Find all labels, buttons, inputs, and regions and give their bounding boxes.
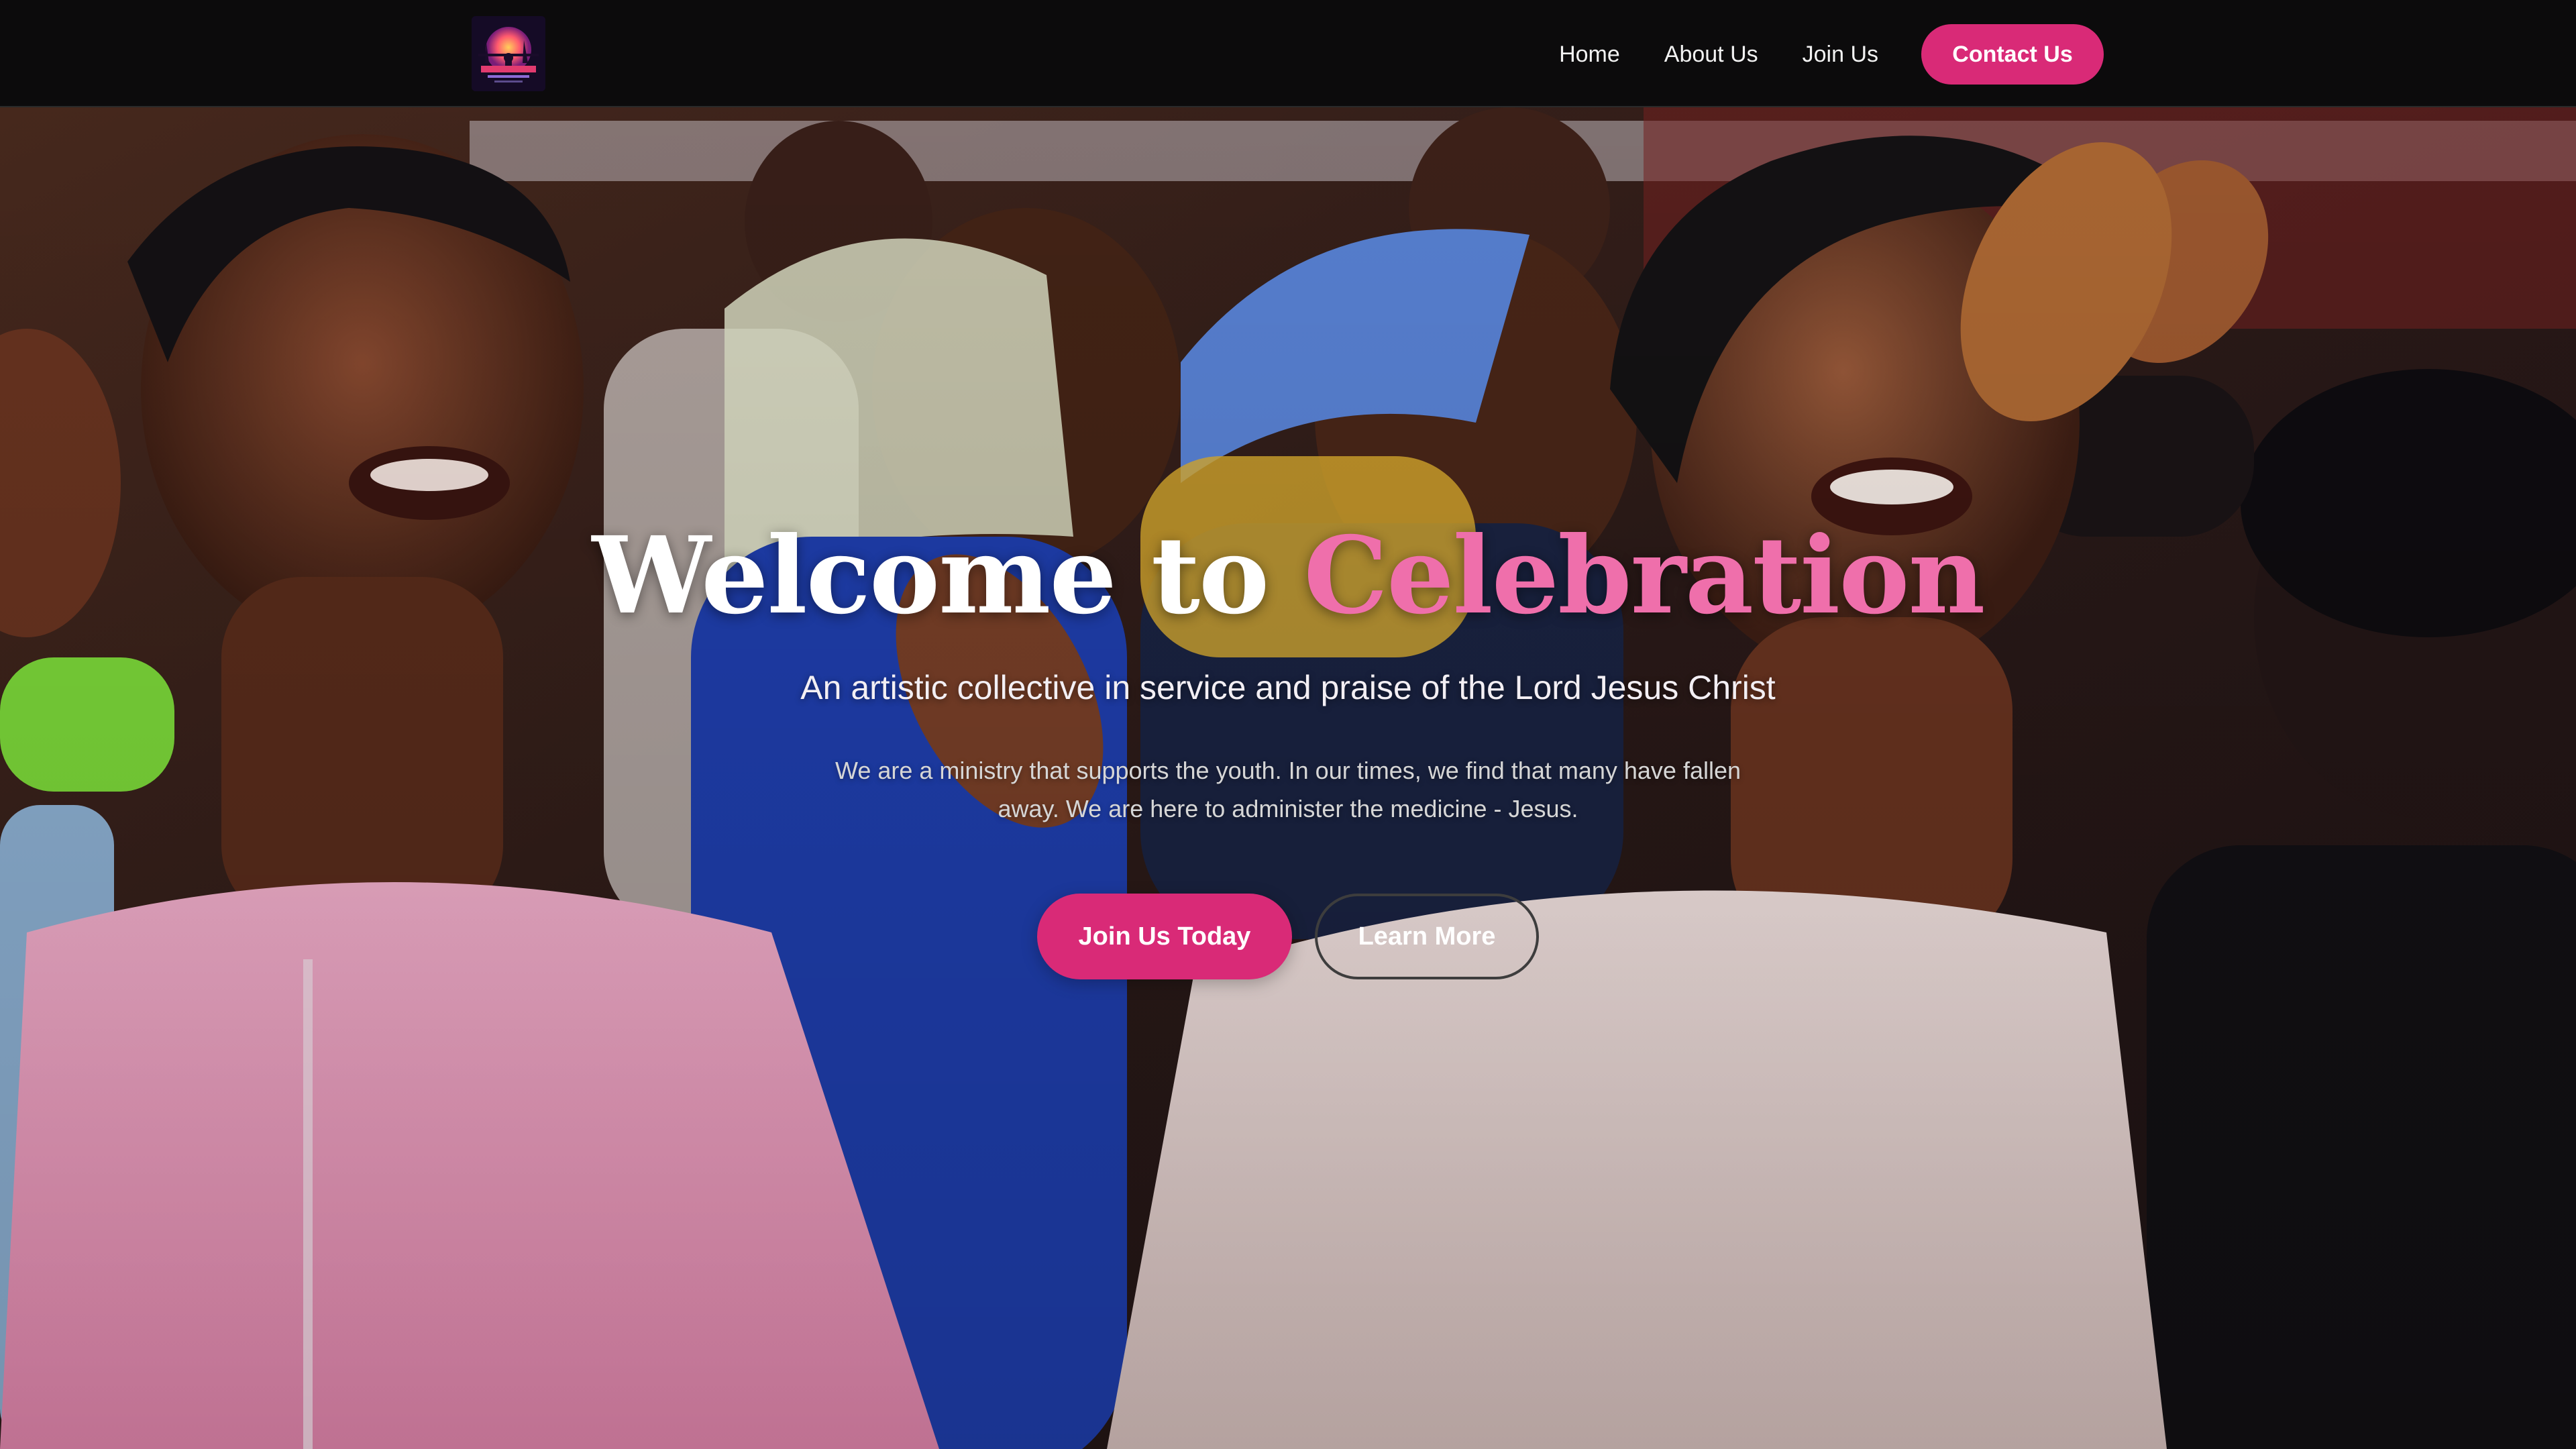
celebration-logo-icon[interactable] xyxy=(472,16,545,91)
join-us-today-button[interactable]: Join Us Today xyxy=(1037,894,1292,979)
hero-title-accent: Celebration xyxy=(1303,514,1985,638)
learn-more-button[interactable]: Learn More xyxy=(1315,894,1539,979)
hero-buttons: Join Us Today Learn More xyxy=(1037,894,1539,979)
nav-about-link[interactable]: About Us xyxy=(1664,42,1758,68)
main-nav: Home About Us Join Us Contact Us xyxy=(1559,24,2104,85)
hero-section: Welcome to Celebration An artistic colle… xyxy=(0,107,2576,1449)
hero-subtitle: An artistic collective in service and pr… xyxy=(800,669,1776,706)
hero-title-prefix: Welcome to xyxy=(592,514,1304,638)
nav-join-link[interactable]: Join Us xyxy=(1803,42,1878,68)
logo-graphic xyxy=(472,16,545,91)
site-header: Home About Us Join Us Contact Us xyxy=(0,0,2576,107)
hero-title: Welcome to Celebration xyxy=(0,523,2576,629)
contact-us-button[interactable]: Contact Us xyxy=(1921,24,2104,85)
nav-home-link[interactable]: Home xyxy=(1559,42,1620,68)
hero-description: We are a ministry that supports the yout… xyxy=(835,757,1741,822)
